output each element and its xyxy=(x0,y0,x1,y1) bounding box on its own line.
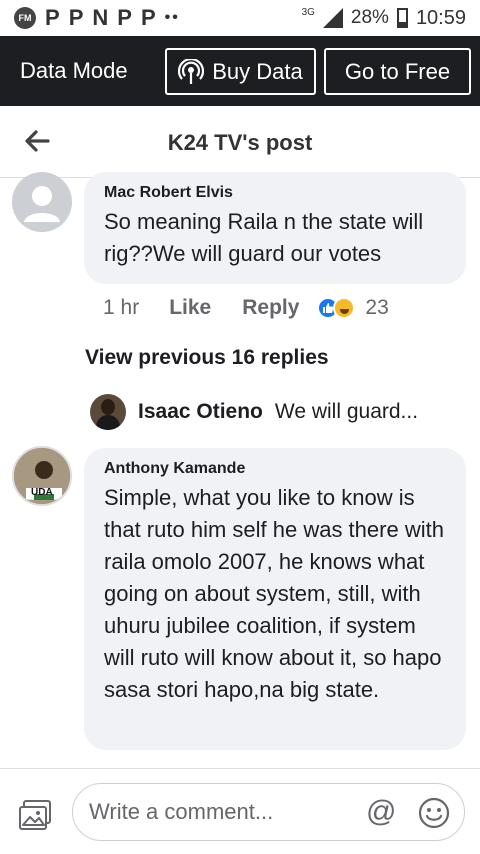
reaction-count: 23 xyxy=(365,296,389,319)
reactions[interactable]: 23 xyxy=(317,296,389,320)
comment-bubble: Anthony Kamande Simple, what you like to… xyxy=(84,448,466,750)
view-previous-replies-link[interactable]: View previous 16 replies xyxy=(85,346,329,370)
signal-icon xyxy=(322,8,343,28)
comment-author[interactable]: Mac Robert Elvis xyxy=(104,184,446,202)
comment-time: 1 hr xyxy=(103,296,140,319)
page-title: K24 TV's post xyxy=(167,130,313,155)
go-to-free-label: Go to Free xyxy=(344,58,451,84)
app-notification-icon: P xyxy=(117,5,132,30)
data-mode-bar: Data Mode Buy Data Go to Free xyxy=(0,36,480,106)
like-button[interactable]: Like xyxy=(169,296,211,320)
network-type: 3G xyxy=(301,6,315,18)
reply-author: Isaac Otieno xyxy=(138,400,263,423)
comment-composer: @ xyxy=(0,768,480,854)
reply-text: We will guard... xyxy=(274,400,419,423)
app-notification-icon: P xyxy=(45,5,60,30)
app-notification-icon: P xyxy=(68,5,84,30)
emoji-icon[interactable] xyxy=(418,797,450,829)
broadcast-icon xyxy=(178,58,205,84)
default-user-icon xyxy=(24,186,60,222)
buy-data-label: Buy Data xyxy=(212,58,303,84)
reply-preview[interactable]: Isaac Otieno We will guard... xyxy=(90,394,470,430)
app-notification-icon: N xyxy=(92,5,109,30)
clock: 10:59 xyxy=(415,6,466,29)
haha-reaction-icon xyxy=(333,297,356,319)
comment-text: Simple, what you like to know is that ru… xyxy=(104,485,444,702)
avatar[interactable]: UDA xyxy=(12,446,72,506)
more-notifications-icon: •• xyxy=(164,9,180,26)
comment-text: So meaning Raila n the state will rig??W… xyxy=(104,209,424,266)
avatar xyxy=(90,394,126,430)
app-notification-icon: P xyxy=(140,5,156,30)
avatar[interactable] xyxy=(12,172,72,232)
photo-icon[interactable] xyxy=(18,799,52,831)
reply-button[interactable]: Reply xyxy=(242,296,299,320)
post-header: K24 TV's post xyxy=(0,106,480,178)
avatar-badge-text: UDA xyxy=(31,487,53,498)
comment-author[interactable]: Anthony Kamande xyxy=(104,460,446,478)
buy-data-button[interactable]: Buy Data xyxy=(165,48,316,95)
data-mode-label: Data Mode xyxy=(20,58,128,83)
mention-icon[interactable]: @ xyxy=(366,795,396,829)
go-to-free-button[interactable]: Go to Free xyxy=(324,48,471,95)
battery-percent: 28% xyxy=(350,7,389,28)
comment-input[interactable] xyxy=(72,783,465,841)
comment-actions: 1 hr Like Reply 23 xyxy=(103,296,389,320)
status-bar: FM P P N P P •• 3G 28% 10:59 xyxy=(0,0,480,36)
comment-bubble: Mac Robert Elvis So meaning Raila n the … xyxy=(84,172,466,284)
battery-icon xyxy=(396,8,408,28)
fm-radio-icon: FM xyxy=(14,7,36,29)
